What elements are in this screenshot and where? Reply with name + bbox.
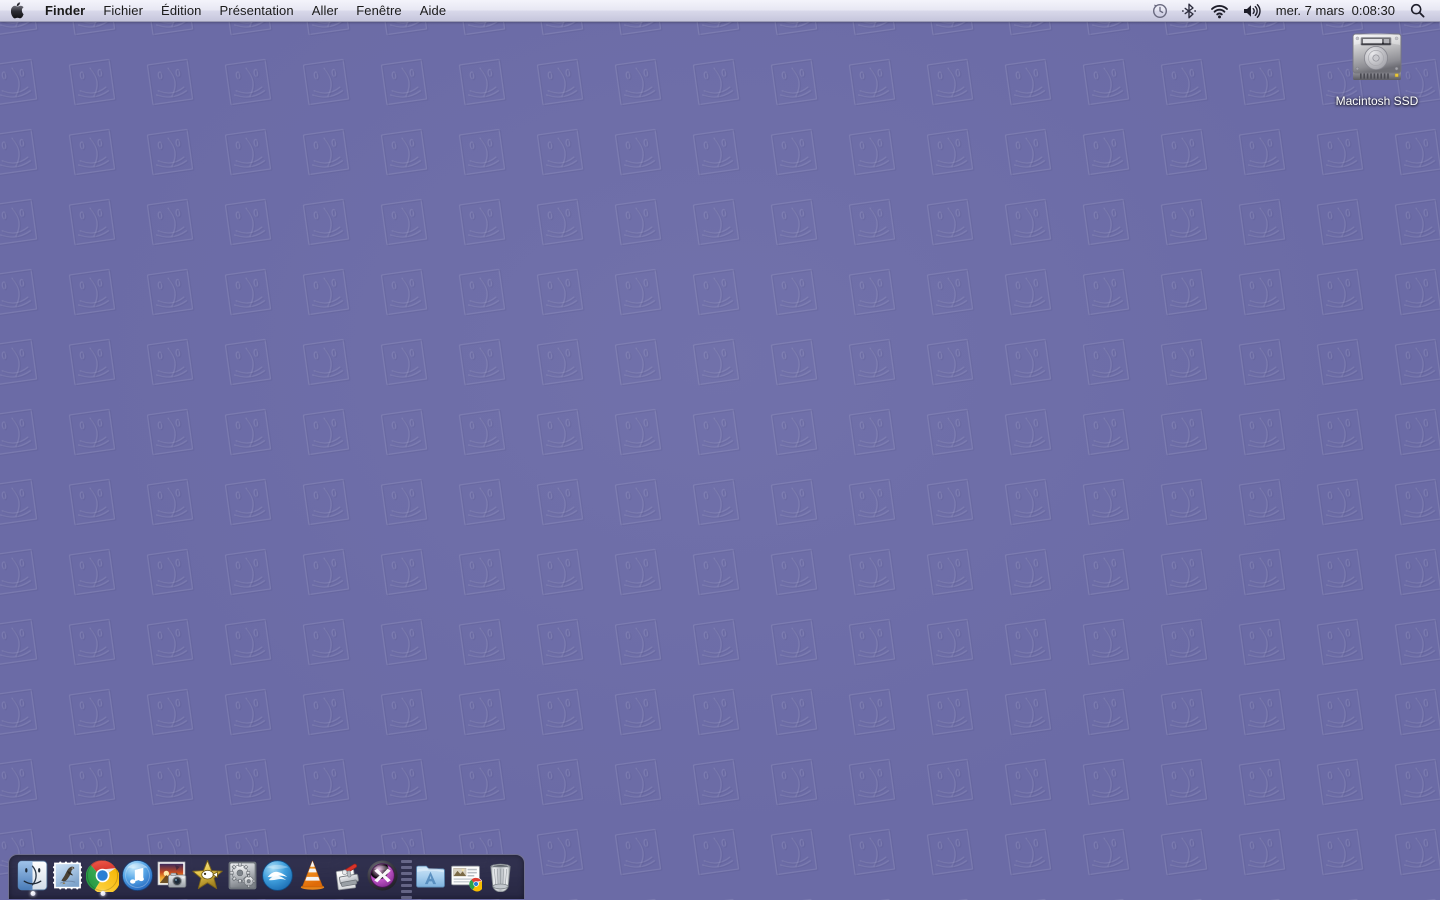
dock[interactable] xyxy=(8,854,525,899)
finder-icon xyxy=(17,860,48,891)
dock-item-imovie[interactable] xyxy=(190,857,225,899)
menu-bar-status-area: mer. 7 mars 0:08:30 xyxy=(1145,0,1440,21)
dock-item-itunes[interactable] xyxy=(120,857,155,899)
imovie-icon xyxy=(192,860,223,890)
trash-icon xyxy=(490,863,511,892)
bluetooth-status-item[interactable] xyxy=(1175,0,1203,21)
spotlight-status-item[interactable] xyxy=(1403,0,1432,21)
dock-item-chrome[interactable] xyxy=(85,857,120,899)
wifi-icon xyxy=(1210,4,1228,18)
downloads-stack-icon xyxy=(451,865,482,892)
desktop-icon-label: Macintosh SSD xyxy=(1335,94,1419,108)
menu-bar: Finder Fichier Édition Présentation Alle… xyxy=(0,0,1440,22)
iphoto-icon xyxy=(157,861,187,888)
vlc-icon xyxy=(300,860,325,890)
openoffice-icon xyxy=(262,860,293,891)
volume-status-item[interactable] xyxy=(1236,0,1268,21)
system-preferences-icon xyxy=(228,861,257,890)
dock-stack-applications[interactable] xyxy=(413,857,448,899)
dock-stack-downloads[interactable] xyxy=(448,857,483,899)
desktop-icon-macintosh-ssd[interactable]: Macintosh SSD xyxy=(1331,26,1423,108)
dock-item-final-cut-pro[interactable] xyxy=(365,857,400,899)
menu-item-aide[interactable]: Aide xyxy=(411,0,455,21)
itunes-icon xyxy=(122,860,153,891)
dock-item-stuffit[interactable] xyxy=(330,857,365,899)
running-indicator xyxy=(30,891,35,896)
time-machine-icon xyxy=(1152,3,1167,18)
dock-trash[interactable] xyxy=(483,857,518,899)
chrome-icon xyxy=(86,859,119,892)
running-indicator xyxy=(100,891,105,896)
desktop[interactable]: Finder Fichier Édition Présentation Alle… xyxy=(0,0,1440,900)
dock-item-vlc[interactable] xyxy=(295,857,330,899)
menu-bar-left: Finder Fichier Édition Présentation Alle… xyxy=(0,0,455,21)
dock-item-iphoto[interactable] xyxy=(155,857,190,899)
mail-icon xyxy=(52,861,83,890)
wifi-status-item[interactable] xyxy=(1203,0,1236,21)
hard-drive-icon xyxy=(1352,33,1402,80)
dock-item-system-preferences[interactable] xyxy=(225,857,260,899)
wallpaper-pattern xyxy=(0,0,1440,900)
time-machine-status-item[interactable] xyxy=(1145,0,1175,21)
bluetooth-icon xyxy=(1181,3,1196,18)
dock-separator xyxy=(400,857,413,899)
dock-item-mail[interactable] xyxy=(50,857,85,899)
volume-icon xyxy=(1243,3,1261,18)
menu-bar-clock[interactable]: mer. 7 mars 0:08:30 xyxy=(1268,0,1403,21)
apple-logo-icon xyxy=(11,2,24,19)
menu-item-aller[interactable]: Aller xyxy=(303,0,348,21)
menu-item-fichier[interactable]: Fichier xyxy=(94,0,152,21)
applications-folder-icon xyxy=(416,865,445,888)
dock-item-finder[interactable] xyxy=(15,857,50,899)
menu-item-fenetre[interactable]: Fenêtre xyxy=(347,0,411,21)
menu-item-finder[interactable]: Finder xyxy=(36,0,94,21)
menu-item-presentation[interactable]: Présentation xyxy=(211,0,303,21)
menu-item-edition[interactable]: Édition xyxy=(152,0,210,21)
search-icon xyxy=(1410,3,1425,18)
dock-item-openoffice[interactable] xyxy=(260,857,295,899)
apple-menu-button[interactable] xyxy=(0,0,36,21)
final-cut-pro-icon xyxy=(367,860,398,891)
stuffit-icon xyxy=(335,863,360,891)
